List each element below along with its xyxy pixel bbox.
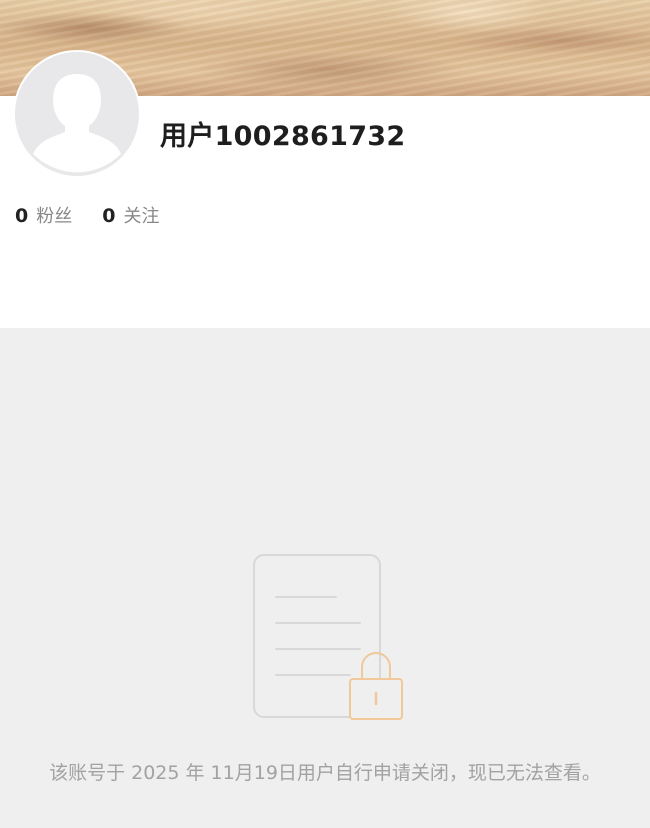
following-stat[interactable]: 0 关注	[102, 202, 159, 228]
avatar[interactable]	[13, 50, 141, 178]
profile-page: 用户1002861732 0 粉丝 0 关注 该账号于 2025 年 11月19…	[0, 0, 650, 828]
account-closed-message: 该账号于 2025 年 11月19日用户自行申请关闭，现已无法查看。	[49, 762, 601, 784]
following-label: 关注	[123, 206, 160, 227]
followers-count: 0	[15, 205, 29, 227]
profile-stats: 0 粉丝 0 关注	[15, 202, 189, 228]
following-count: 0	[102, 205, 116, 227]
locked-document-icon	[253, 554, 403, 720]
followers-label: 粉丝	[36, 206, 73, 227]
followers-stat[interactable]: 0 粉丝	[15, 202, 72, 228]
default-avatar-silhouette-icon	[15, 52, 139, 176]
username: 用户1002861732	[160, 121, 406, 152]
